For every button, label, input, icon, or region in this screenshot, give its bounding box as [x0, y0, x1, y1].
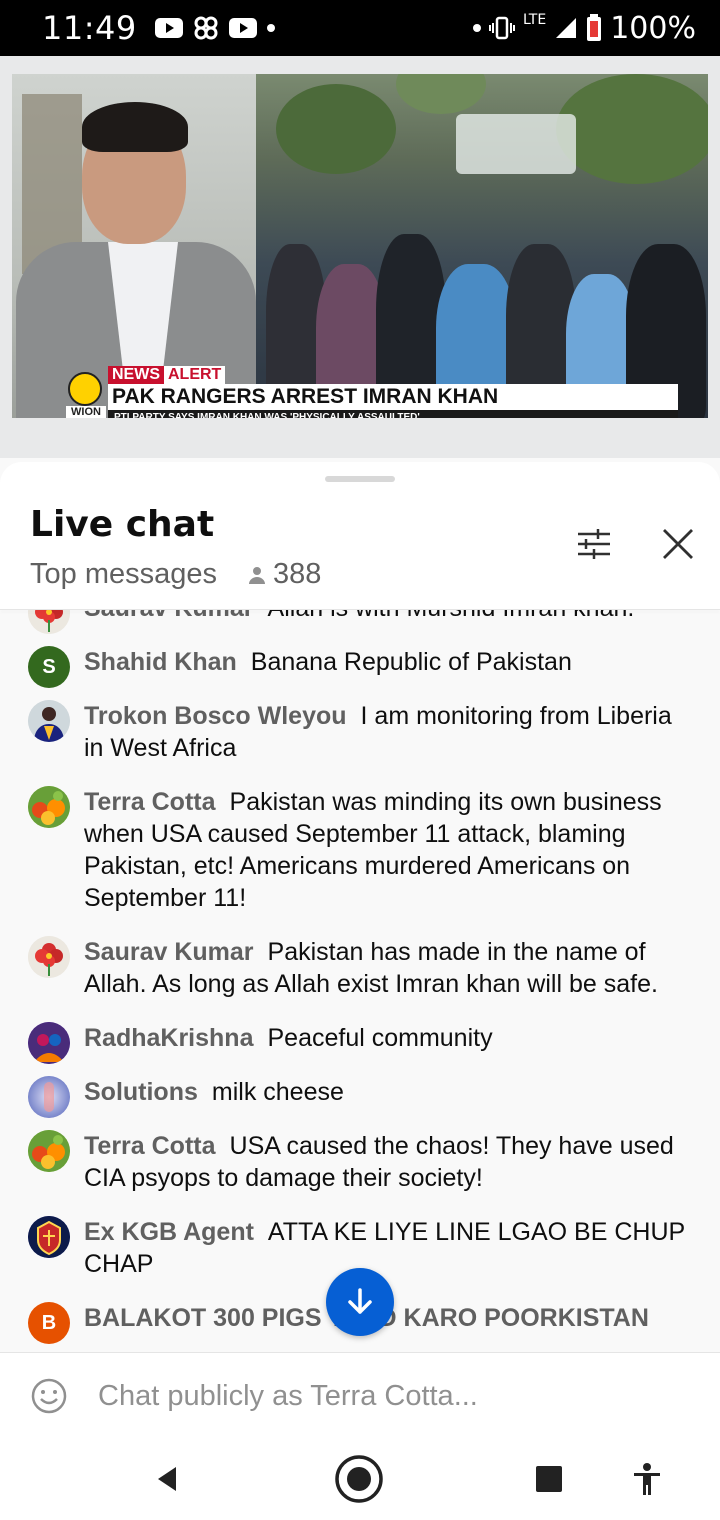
letter-avatar[interactable]: S: [28, 646, 70, 688]
emoji-button[interactable]: [30, 1377, 68, 1415]
pinwheel-notification-icon: [194, 16, 218, 40]
news-alert-tag: NEWS ALERT: [108, 366, 226, 384]
system-navigation-bar: [0, 1438, 720, 1520]
vibrate-icon: [488, 16, 515, 40]
alert-label: ALERT: [164, 366, 226, 384]
scroll-to-bottom-button[interactable]: [326, 1268, 394, 1336]
emblem-avatar[interactable]: [28, 1216, 70, 1258]
message-author: Solutions: [84, 1078, 198, 1106]
message-text: Banana Republic of Pakistan: [250, 648, 572, 676]
chat-mode-selector[interactable]: Top messages: [30, 558, 217, 591]
viewer-count: 388: [247, 558, 321, 591]
news-headline: PAK RANGERS ARREST IMRAN KHAN: [108, 384, 678, 410]
deity-avatar[interactable]: [28, 1022, 70, 1064]
chat-message[interactable]: S Shahid Khan Banana Republic of Pakistan: [0, 646, 720, 688]
message-author: Terra Cotta: [84, 788, 216, 816]
sliders-icon: [578, 529, 610, 559]
signal-icon: [556, 18, 577, 38]
recents-button[interactable]: [524, 1454, 574, 1504]
status-bar: 11:49 LTE 100%: [0, 0, 720, 56]
close-icon: [663, 529, 693, 559]
message-author: Trokon Bosco Wleyou: [84, 702, 347, 730]
flower-avatar[interactable]: [28, 936, 70, 978]
back-triangle-icon: [158, 1467, 176, 1491]
message-author: Saurav Kumar: [84, 938, 254, 966]
back-button[interactable]: [142, 1454, 192, 1504]
chat-title: Live chat: [30, 504, 215, 545]
screen: 11:49 LTE 100% WION NEWS ALERT PAK RANGE…: [0, 0, 720, 1520]
chat-message[interactable]: Trokon Bosco Wleyou I am monitoring from …: [0, 700, 720, 764]
news-lower-third: WION NEWS ALERT PAK RANGERS ARREST IMRAN…: [66, 366, 682, 418]
news-subheadline: PTI PARTY SAYS IMRAN KHAN WAS 'PHYSICALL…: [108, 410, 678, 418]
message-author: Ex KGB Agent: [84, 1218, 254, 1246]
video-player[interactable]: WION NEWS ALERT PAK RANGERS ARREST IMRAN…: [0, 56, 720, 458]
smiley-icon: [31, 1378, 67, 1414]
person-avatar[interactable]: [28, 700, 70, 742]
chat-messages[interactable]: Saurav Kumar Allah is with Murshid Imran …: [0, 610, 720, 1352]
person-icon: [249, 566, 265, 584]
filter-button[interactable]: [574, 524, 614, 564]
video-frame: WION NEWS ALERT PAK RANGERS ARREST IMRAN…: [12, 74, 708, 418]
live-chat-panel: Live chat Top messages 388 S Shahid Khan…: [0, 462, 720, 1352]
chat-message[interactable]: Saurav Kumar Allah is with Murshid Imran …: [0, 610, 720, 634]
message-author: Terra Cotta: [84, 1132, 216, 1160]
wion-logo: WION: [66, 372, 106, 418]
more-notifications-dot: [266, 24, 275, 32]
accessibility-button[interactable]: [622, 1454, 672, 1504]
notification-icons: [154, 15, 275, 41]
viewer-count-value: 388: [273, 558, 322, 590]
chat-header: Live chat Top messages 388: [0, 462, 720, 610]
chat-input[interactable]: [98, 1373, 688, 1419]
youtube-notification-icon-2: [228, 18, 257, 38]
network-type: LTE: [522, 12, 547, 28]
message-author: Shahid Khan: [84, 648, 237, 676]
status-dot: [472, 24, 481, 32]
arrow-down-icon: [348, 1288, 372, 1314]
status-time: 11:49: [42, 9, 137, 47]
letter-avatar[interactable]: B: [28, 1302, 70, 1344]
battery-percent: 100%: [610, 10, 696, 46]
chat-message[interactable]: Terra Cotta USA caused the chaos! They ha…: [0, 1130, 720, 1194]
status-right: LTE 100%: [472, 10, 696, 46]
chat-message[interactable]: Solutions milk cheese: [0, 1076, 720, 1118]
chat-input-bar: [0, 1352, 720, 1438]
message-author: Saurav Kumar: [84, 610, 254, 622]
message-text: milk cheese: [211, 1078, 344, 1106]
message-text: Peaceful community: [267, 1024, 493, 1052]
news-label: NEWS: [108, 366, 164, 384]
accessibility-icon: [634, 1463, 660, 1495]
close-button[interactable]: [658, 524, 698, 564]
chat-message[interactable]: RadhaKrishna Peaceful community: [0, 1022, 720, 1064]
chat-message[interactable]: Terra Cotta Pakistan was minding its own …: [0, 786, 720, 914]
recents-square-icon: [536, 1466, 562, 1492]
abstract-avatar[interactable]: [28, 1076, 70, 1118]
chat-subtitle: Top messages 388: [30, 558, 321, 591]
flower-avatar[interactable]: [28, 610, 70, 634]
message-text: Allah is with Murshid Imran khan.: [268, 610, 635, 622]
message-author: RadhaKrishna: [84, 1024, 254, 1052]
home-button[interactable]: [334, 1454, 384, 1504]
pots-avatar[interactable]: [28, 1130, 70, 1172]
home-circle-icon: [335, 1455, 383, 1503]
pots-avatar[interactable]: [28, 786, 70, 828]
youtube-notification-icon: [154, 18, 183, 38]
chat-message[interactable]: Saurav Kumar Pakistan has made in the nam…: [0, 936, 720, 1000]
battery-icon: [587, 14, 602, 41]
drag-handle[interactable]: [325, 476, 395, 482]
